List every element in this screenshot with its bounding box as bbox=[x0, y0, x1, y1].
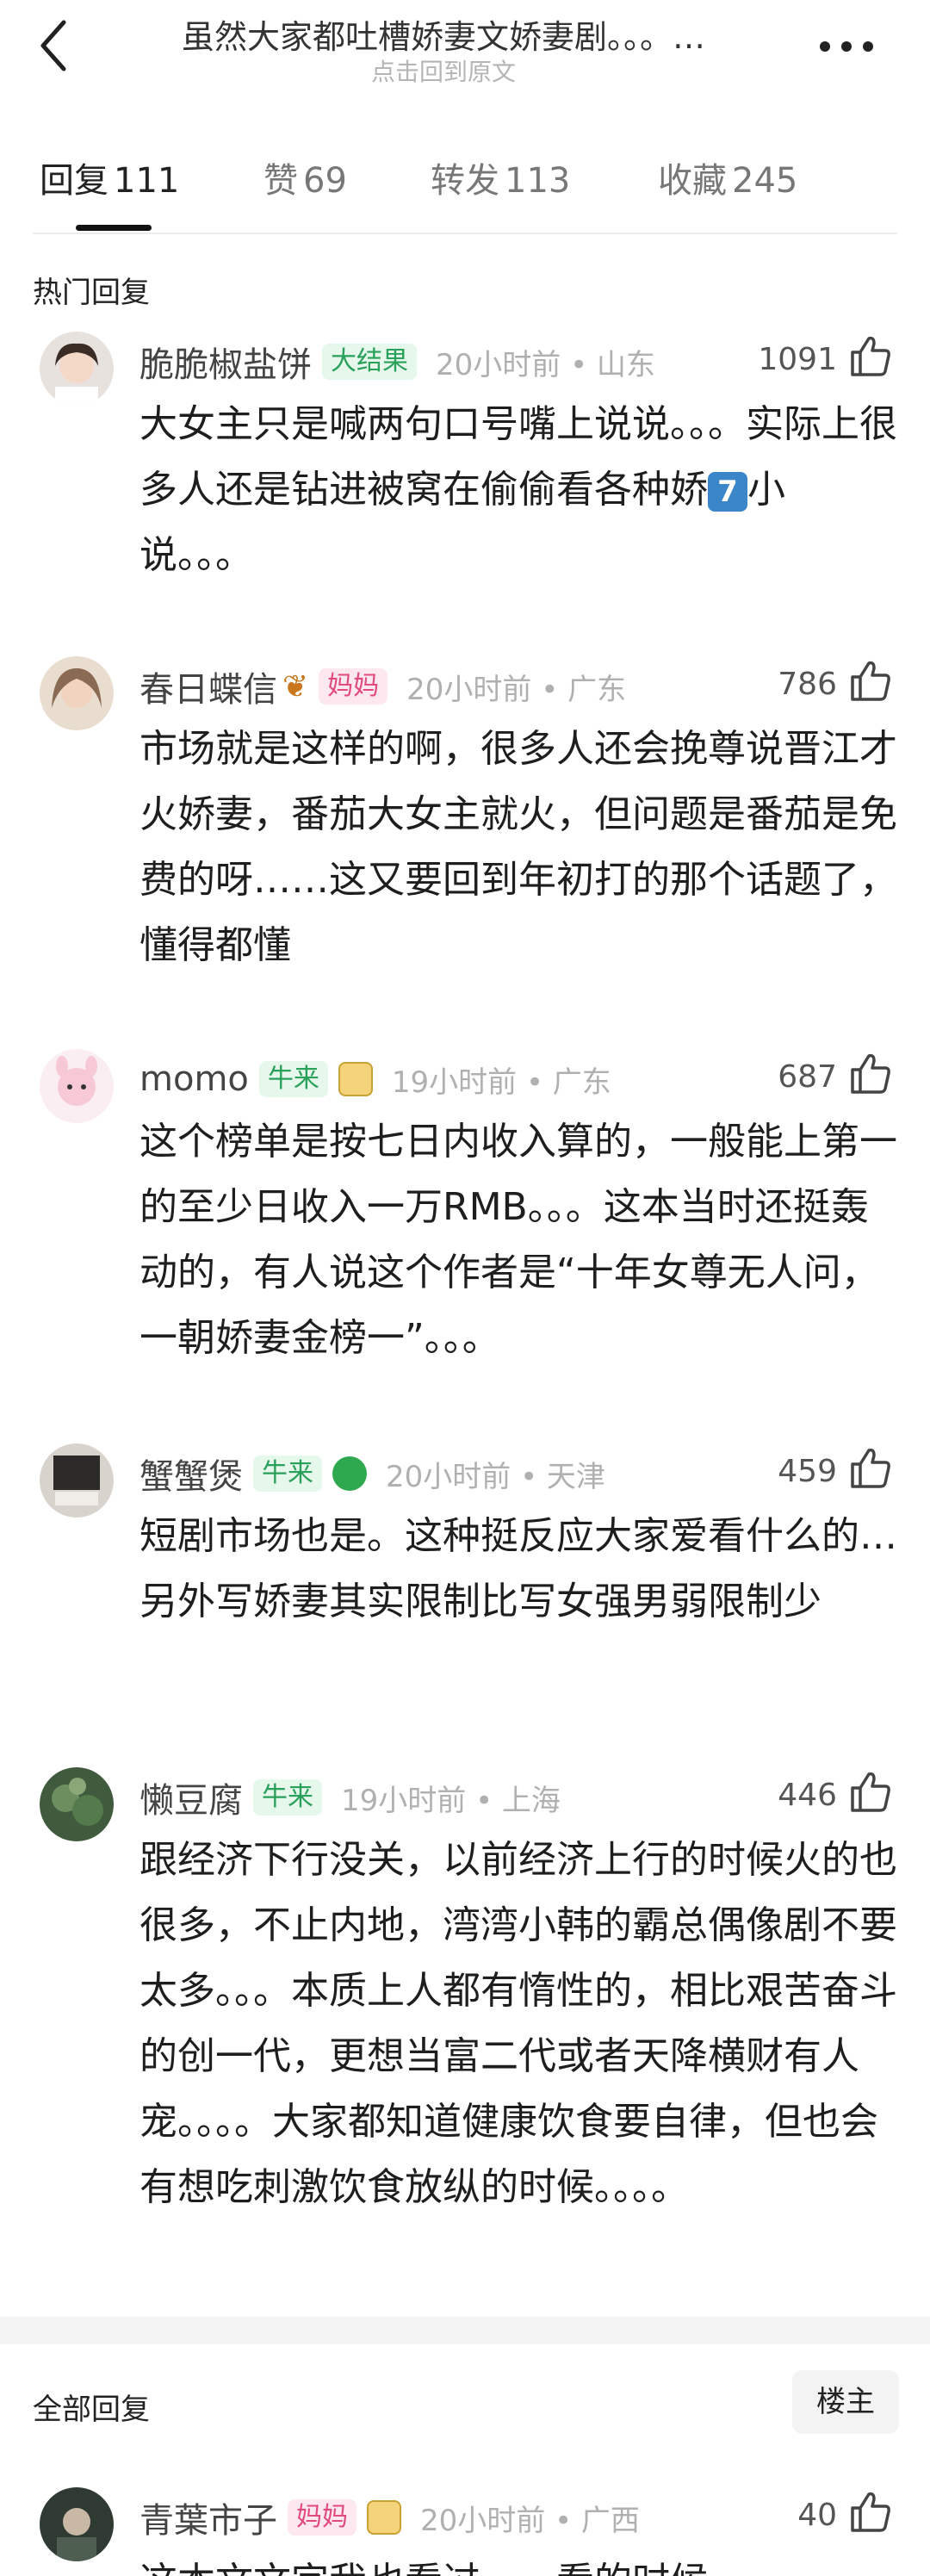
thumbs-up-icon[interactable] bbox=[846, 2487, 894, 2536]
timestamp-location: 20小时前 • 天津 bbox=[386, 1459, 605, 1494]
avatar[interactable] bbox=[40, 656, 114, 730]
username[interactable]: momo bbox=[140, 1059, 249, 1099]
back-arrow-icon[interactable] bbox=[33, 16, 76, 76]
butterfly-icon: ❦ bbox=[282, 668, 309, 705]
comment-text: 跟经济下行没关，以前经济上行的时候火的也很多，不止内地，湾湾小韩的霸总偶像剧不要… bbox=[140, 1838, 897, 2209]
tab-bar: 回复 111 赞 69 转发 113 收藏 245 bbox=[0, 142, 930, 237]
thumbs-up-icon[interactable] bbox=[846, 332, 894, 380]
level-icon bbox=[332, 1456, 367, 1491]
more-icon[interactable] bbox=[816, 24, 877, 67]
user-badge: 大结果 bbox=[322, 344, 417, 380]
thumbs-up-icon[interactable] bbox=[846, 1767, 894, 1816]
user-badge: 牛来 bbox=[253, 1456, 322, 1492]
like-count: 687 bbox=[778, 1059, 837, 1095]
divider bbox=[33, 233, 897, 234]
op-filter-button[interactable]: 楼主 bbox=[792, 2370, 899, 2434]
user-badge: 妈妈 bbox=[288, 2499, 356, 2536]
like-count: 446 bbox=[778, 1778, 837, 1813]
comment-text: 这个榜单是按七日内收入算的，一般能上第一的至少日收入一万RMB。。。这本当时还挺… bbox=[140, 1120, 897, 1360]
user-badge: 牛来 bbox=[258, 1061, 328, 1097]
tab-reposts[interactable]: 转发 113 bbox=[431, 152, 570, 202]
username[interactable]: 懒豆腐 bbox=[140, 1772, 243, 1822]
gift-icon bbox=[367, 2500, 401, 2535]
comment-text: 大女主只是喊两句口号嘴上说说。。。实际上很多人还是钻进被窝在偷偷看各种娇 7 小说。… bbox=[140, 402, 897, 577]
timestamp-location: 20小时前 • 山东 bbox=[436, 347, 655, 382]
timestamp-location: 20小时前 • 广西 bbox=[420, 2503, 640, 2538]
thumbs-up-icon[interactable] bbox=[846, 656, 894, 705]
active-tab-indicator bbox=[76, 225, 152, 231]
keycap-seven-icon: 7 bbox=[708, 472, 747, 512]
username[interactable]: 春日蝶信 bbox=[140, 661, 277, 711]
username[interactable]: 蟹蟹煲 bbox=[140, 1449, 243, 1499]
tab-favorites[interactable]: 收藏 245 bbox=[658, 152, 797, 202]
top-bar: 虽然大家都吐槽娇妻文娇妻剧。。。… 点击回到原文 bbox=[0, 0, 930, 95]
avatar[interactable] bbox=[40, 1443, 114, 1518]
tab-likes[interactable]: 赞 69 bbox=[264, 152, 347, 202]
timestamp-location: 19小时前 • 上海 bbox=[341, 1783, 561, 1818]
thumbs-up-icon[interactable] bbox=[846, 1443, 894, 1492]
gift-icon bbox=[338, 1062, 373, 1096]
user-badge: 牛来 bbox=[253, 1779, 322, 1816]
post-title[interactable]: 虽然大家都吐槽娇妻文娇妻剧。。。… bbox=[103, 10, 784, 58]
thumbs-up-icon[interactable] bbox=[846, 1049, 894, 1097]
avatar[interactable] bbox=[40, 1049, 114, 1123]
comment-text: 市场就是这样的啊，很多人还会挽尊说晋江才火娇妻，番茄大女主就火，但问题是番茄是免… bbox=[140, 727, 897, 967]
section-separator bbox=[0, 2317, 930, 2344]
tab-replies[interactable]: 回复 111 bbox=[40, 152, 179, 202]
like-count: 459 bbox=[778, 1454, 837, 1489]
user-badge: 妈妈 bbox=[319, 668, 388, 705]
avatar[interactable] bbox=[40, 2487, 114, 2561]
username[interactable]: 脆脆椒盐饼 bbox=[140, 337, 312, 387]
avatar[interactable] bbox=[40, 332, 114, 406]
username[interactable]: 青葉市子 bbox=[140, 2492, 277, 2542]
back-to-original-link[interactable]: 点击回到原文 bbox=[103, 53, 784, 88]
like-count: 1091 bbox=[758, 342, 837, 377]
timestamp-location: 20小时前 • 广东 bbox=[406, 672, 627, 707]
hot-replies-label: 热门回复 bbox=[33, 276, 150, 310]
comment-text: 短剧市场也是。这种挺反应大家爱看什么的…另外写娇妻其实限制比写女强男弱限制少 bbox=[140, 1514, 897, 1623]
comment-text: 这本文文字我也看过……看的时候 bbox=[140, 2549, 897, 2576]
like-count: 40 bbox=[797, 2498, 837, 2533]
like-count: 786 bbox=[778, 667, 837, 702]
avatar[interactable] bbox=[40, 1767, 114, 1841]
timestamp-location: 19小时前 • 广东 bbox=[391, 1065, 611, 1100]
all-replies-label: 全部回复 bbox=[33, 2393, 150, 2427]
